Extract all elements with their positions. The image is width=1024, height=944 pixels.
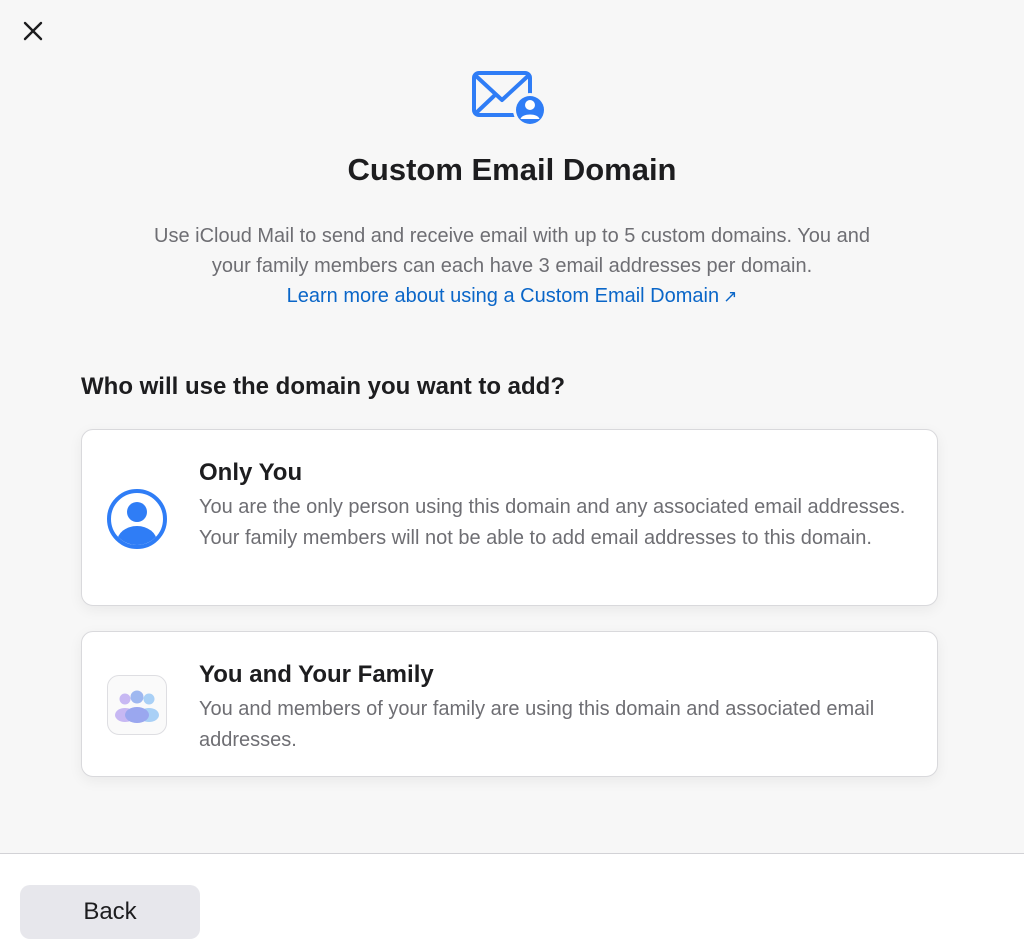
page-title: Custom Email Domain bbox=[347, 152, 677, 187]
option-title: Only You bbox=[199, 459, 303, 486]
close-icon bbox=[23, 21, 43, 41]
mail-person-icon bbox=[472, 71, 547, 127]
arrow-up-right-icon: ↗ bbox=[723, 287, 738, 306]
person-circle-icon bbox=[107, 489, 167, 549]
option-description: You and members of your family are using… bbox=[199, 698, 875, 751]
family-group-icon bbox=[115, 690, 159, 723]
option-you-and-family[interactable]: You and Your Family You and members of y… bbox=[81, 631, 938, 777]
description-line-1: Use iCloud Mail to send and receive emai… bbox=[154, 225, 870, 247]
page-description: Use iCloud Mail to send and receive emai… bbox=[112, 221, 912, 312]
learn-more-link[interactable]: Learn more about using a Custom Email Do… bbox=[287, 281, 738, 312]
close-button[interactable] bbox=[18, 16, 48, 46]
question-heading: Who will use the domain you want to add? bbox=[81, 373, 565, 400]
option-only-you[interactable]: Only You You are the only person using t… bbox=[81, 429, 938, 606]
description-line-2: your family members can each have 3 emai… bbox=[211, 255, 813, 277]
learn-more-label: Learn more about using a Custom Email Do… bbox=[286, 285, 720, 307]
option-title: You and Your Family bbox=[199, 661, 434, 688]
back-button[interactable]: Back bbox=[20, 885, 200, 939]
family-icon-tile bbox=[107, 675, 167, 735]
custom-email-domain-page: Custom Email Domain Use iCloud Mail to s… bbox=[0, 0, 1024, 944]
option-description: You are the only person using this domai… bbox=[199, 496, 906, 549]
